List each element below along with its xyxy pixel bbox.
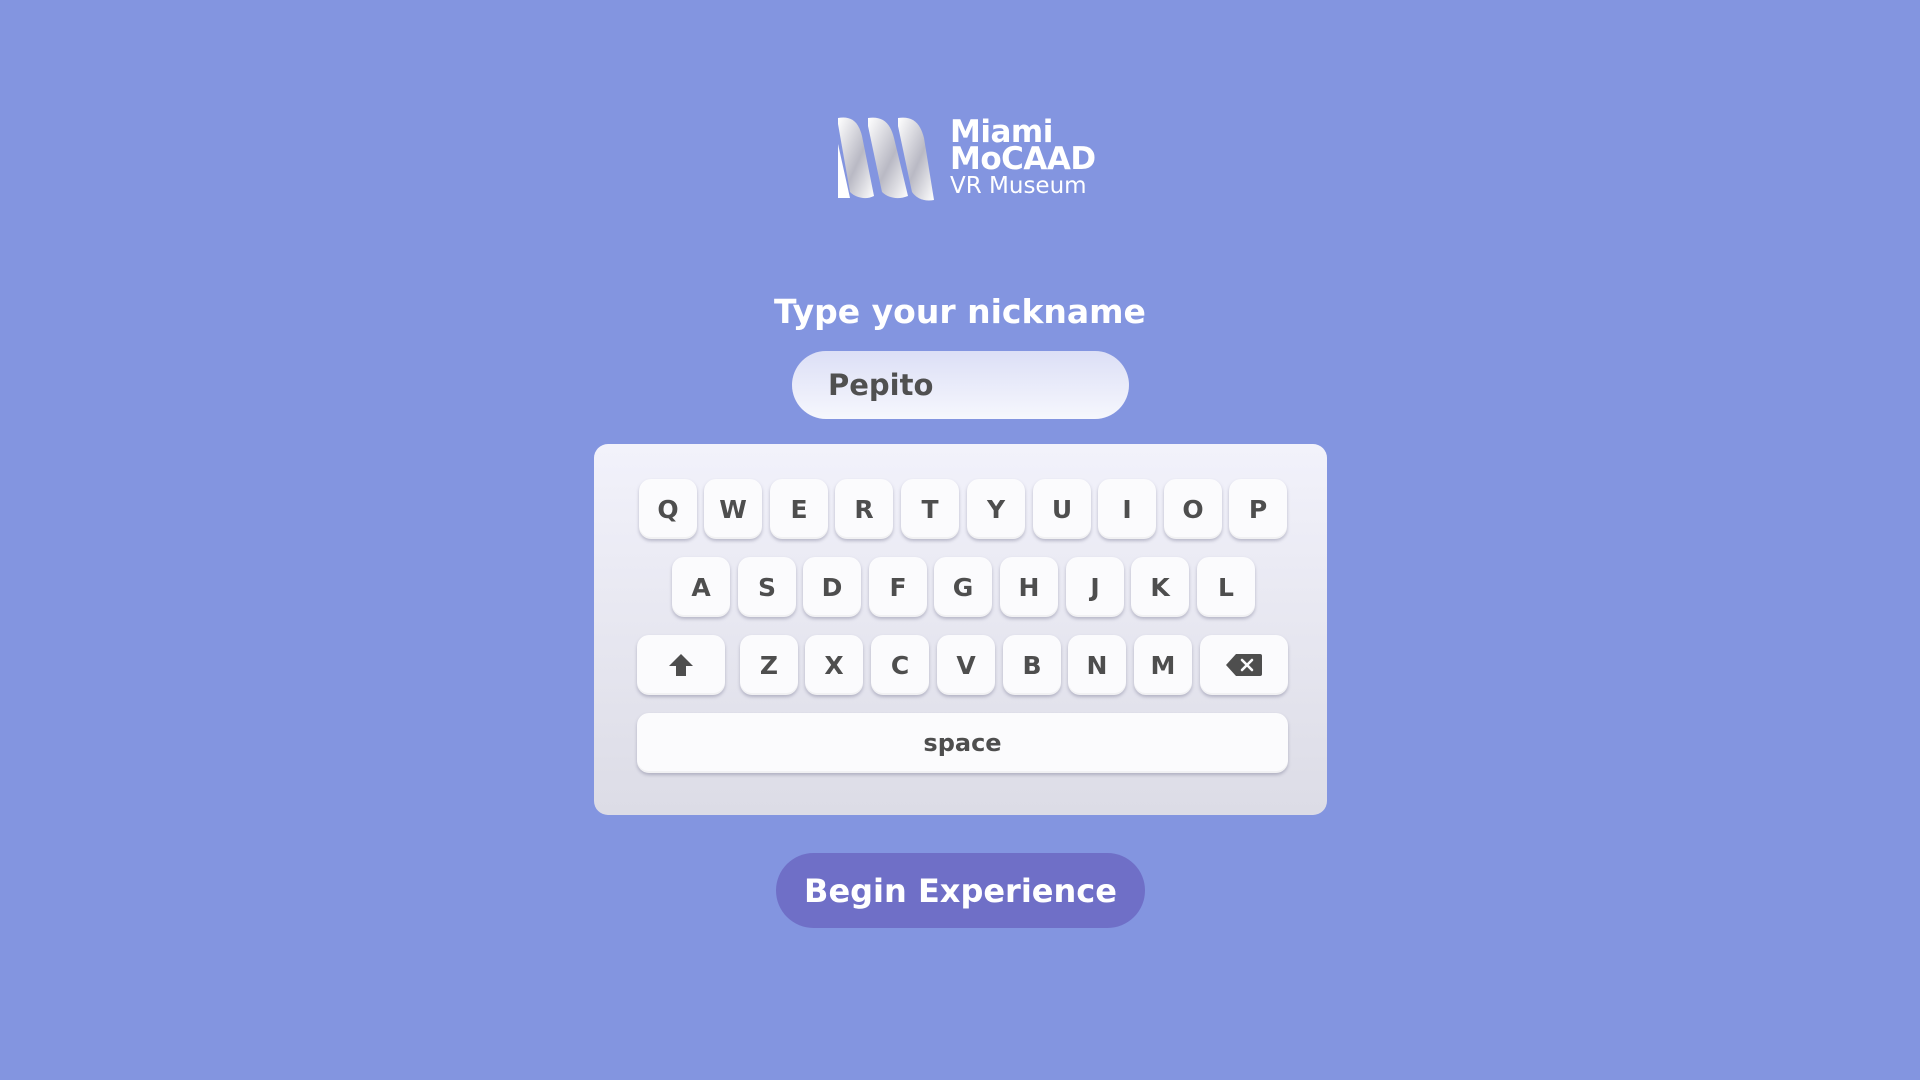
key-b[interactable]: B [1003,635,1061,695]
logo-line-vr-museum: VR Museum [950,172,1087,199]
key-y[interactable]: Y [967,479,1025,539]
backspace-icon [1226,654,1262,676]
key-c[interactable]: C [871,635,929,695]
key-p[interactable]: P [1229,479,1287,539]
nickname-value: Pepito [828,368,934,402]
shift-key[interactable] [637,635,725,695]
museum-logo: Miami MoCAAD VR Museum [836,114,1096,204]
key-v[interactable]: V [937,635,995,695]
key-l[interactable]: L [1197,557,1255,617]
key-a[interactable]: A [672,557,730,617]
key-h[interactable]: H [1000,557,1058,617]
nickname-prompt: Type your nickname [774,292,1146,331]
key-f[interactable]: F [869,557,927,617]
nickname-screen: Miami MoCAAD VR Museum Type your nicknam… [0,0,1920,1080]
begin-experience-button[interactable]: Begin Experience [776,853,1145,928]
key-m[interactable]: M [1134,635,1192,695]
key-d[interactable]: D [803,557,861,617]
nickname-input[interactable]: Pepito [792,351,1129,419]
key-x[interactable]: X [805,635,863,695]
backspace-key[interactable] [1200,635,1288,695]
key-e[interactable]: E [770,479,828,539]
key-u[interactable]: U [1033,479,1091,539]
key-t[interactable]: T [901,479,959,539]
key-n[interactable]: N [1068,635,1126,695]
key-i[interactable]: I [1098,479,1156,539]
key-o[interactable]: O [1164,479,1222,539]
key-g[interactable]: G [934,557,992,617]
virtual-keyboard: Q W E R T Y U I O P A S D F G H J K L Z … [594,444,1327,815]
logo-text: Miami MoCAAD VR Museum [950,116,1096,200]
key-w[interactable]: W [704,479,762,539]
key-j[interactable]: J [1066,557,1124,617]
key-s[interactable]: S [738,557,796,617]
key-z[interactable]: Z [740,635,798,695]
key-q[interactable]: Q [639,479,697,539]
logo-mark-icon [838,117,934,201]
key-r[interactable]: R [835,479,893,539]
key-k[interactable]: K [1131,557,1189,617]
shift-arrow-icon [669,654,693,676]
logo-line-mocaad: MoCAAD [950,140,1096,177]
space-key[interactable]: space [637,713,1288,773]
